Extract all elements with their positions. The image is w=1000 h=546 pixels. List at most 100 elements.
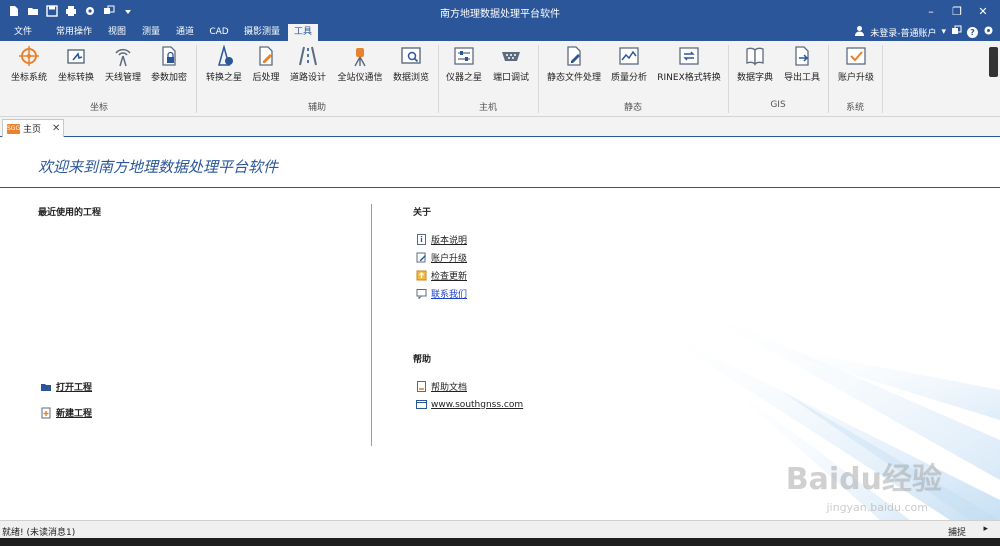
menu-photogrammetry[interactable]: 摄影测量 — [240, 24, 284, 41]
account-upgrade-label: 账户升级 — [837, 73, 874, 83]
account-label[interactable]: 未登录-普通账户 — [870, 26, 936, 39]
tab-home[interactable]: SGG 主页 ✕ — [2, 119, 64, 137]
home-page: 欢迎来到南方地理数据处理平台软件 最近使用的工程 关于 版本说明 账户升级 检查… — [0, 138, 1000, 520]
new-project-icon — [41, 407, 51, 418]
convert-star-label: 转换之星 — [205, 73, 242, 83]
road-design-button[interactable]: 道路设计 — [286, 45, 330, 87]
post-process-label: 后处理 — [252, 73, 280, 83]
total-station-button[interactable]: 全站仪通信 — [334, 45, 386, 87]
help-icon[interactable]: ? — [967, 26, 978, 38]
menu-view[interactable]: 视图 — [104, 24, 130, 41]
menu-channel[interactable]: 通道 — [172, 24, 198, 41]
group-divider — [728, 45, 729, 113]
baidu-watermark: Baidu经验 — [785, 462, 942, 497]
group-divider — [828, 45, 829, 113]
antenna-manage-button[interactable]: 天线管理 — [102, 45, 144, 87]
convert-window-icon — [678, 45, 700, 67]
static-file-process-label: 静态文件处理 — [546, 73, 601, 83]
new-project-link[interactable]: 新建工程 — [40, 406, 92, 419]
recent-projects-heading: 最近使用的工程 — [38, 208, 102, 218]
checkmark-window-icon — [845, 45, 867, 67]
status-text: 就绪! (未读消息1) — [2, 528, 76, 538]
antenna-manage-label: 天线管理 — [104, 73, 141, 83]
help-heading: 帮助 — [413, 355, 432, 365]
menu-tools[interactable]: 工具 — [288, 24, 318, 41]
coordinate-system-button[interactable]: 坐标系统 — [8, 45, 50, 87]
coordinate-convert-button[interactable]: 坐标转换 — [54, 45, 98, 87]
quality-analysis-label: 质量分析 — [610, 73, 647, 83]
post-process-button[interactable]: 后处理 — [250, 45, 282, 87]
export-document-icon — [791, 45, 813, 67]
instrument-star-label: 仪器之星 — [445, 73, 482, 83]
edit-document-icon — [563, 45, 585, 67]
check-update-link[interactable]: 检查更新 — [416, 269, 467, 282]
app-logo-icon: SGG — [7, 123, 21, 134]
menu-file[interactable]: 文件 — [8, 24, 38, 41]
minimize-button[interactable]: – — [918, 2, 944, 20]
book-icon — [744, 45, 766, 67]
rinex-convert-label: RINEX格式转换 — [657, 73, 721, 83]
close-button[interactable]: ✕ — [970, 2, 996, 20]
menu-survey[interactable]: 测量 — [138, 24, 164, 41]
group-divider — [438, 45, 439, 113]
version-notes-link[interactable]: 版本说明 — [416, 233, 467, 246]
menu-bar: 文件 常用操作 视图 测量 通道 CAD 摄影测量 工具 未登录-普通账户 ▾ … — [0, 24, 1000, 41]
port-debug-button[interactable]: 端口调试 — [490, 45, 532, 87]
menu-cad[interactable]: CAD — [206, 24, 232, 41]
data-browse-label: 数据浏览 — [392, 73, 429, 83]
param-encrypt-label: 参数加密 — [150, 73, 187, 83]
user-icon — [854, 25, 865, 39]
update-icon — [416, 270, 427, 281]
chat-icon — [416, 289, 427, 299]
data-browse-button[interactable]: 数据浏览 — [390, 45, 432, 87]
tab-close-icon[interactable]: ✕ — [52, 123, 60, 134]
edit-document-icon — [255, 45, 277, 67]
baidu-watermark-url: jingyan.baidu.com — [826, 501, 928, 514]
edit-icon — [416, 252, 426, 263]
user-area: 未登录-普通账户 ▾ ? — [854, 25, 994, 39]
menu-common-ops[interactable]: 常用操作 — [52, 24, 96, 41]
open-folder-icon — [41, 383, 51, 391]
website-link[interactable]: www.southgnss.com — [416, 399, 523, 410]
contact-us-link[interactable]: 联系我们 — [416, 287, 467, 300]
export-tool-button[interactable]: 导出工具 — [780, 45, 824, 87]
group-divider — [196, 45, 197, 113]
data-dictionary-button[interactable]: 数据字典 — [734, 45, 776, 87]
group-label-gis: GIS — [770, 100, 786, 110]
line-chart-icon — [618, 45, 640, 67]
app-window: 南方地理数据处理平台软件 – ❐ ✕ 文件 常用操作 视图 测量 通道 CAD … — [0, 0, 1000, 546]
windows-icon[interactable] — [951, 25, 962, 39]
account-caret[interactable]: ▾ — [941, 27, 946, 37]
gear-icon[interactable] — [983, 25, 994, 39]
lock-document-icon — [158, 45, 180, 67]
help-document-link[interactable]: 帮助文档 — [416, 380, 467, 393]
rinex-convert-button[interactable]: RINEX格式转换 — [654, 45, 724, 87]
side-panel-handle[interactable] — [989, 47, 998, 77]
help-document-icon — [417, 381, 426, 392]
convert-star-button[interactable]: 转换之星 — [202, 44, 246, 87]
new-project-label: 新建工程 — [56, 409, 93, 419]
instrument-star-button[interactable]: 仪器之星 — [444, 45, 484, 87]
road-icon — [297, 45, 319, 67]
group-divider — [538, 45, 539, 113]
website-label: www.southgnss.com — [431, 399, 524, 410]
welcome-banner: 欢迎来到南方地理数据处理平台软件 — [0, 138, 1000, 188]
status-expand-icon[interactable]: ▸ — [983, 524, 988, 534]
group-label-host: 主机 — [478, 103, 497, 113]
data-dictionary-label: 数据字典 — [736, 73, 773, 83]
quality-analysis-button[interactable]: 质量分析 — [608, 45, 650, 87]
snap-toggle[interactable]: 捕捉 — [948, 525, 966, 538]
static-file-process-button[interactable]: 静态文件处理 — [544, 45, 604, 87]
param-encrypt-button[interactable]: 参数加密 — [148, 45, 190, 87]
info-document-icon — [417, 234, 426, 245]
tower-icon — [213, 44, 235, 67]
account-upgrade-button[interactable]: 账户升级 — [834, 45, 878, 87]
open-project-link[interactable]: 打开工程 — [40, 380, 92, 393]
contact-us-label: 联系我们 — [431, 290, 468, 300]
restore-button[interactable]: ❐ — [944, 2, 970, 20]
account-upgrade-link[interactable]: 账户升级 — [416, 251, 467, 264]
tab-home-label: 主页 — [23, 125, 42, 135]
coordinate-system-label: 坐标系统 — [10, 73, 47, 83]
ribbon: 坐标系统 坐标转换 天线管理 参数加密 坐标 转换之星 后处理 道路设计 全站仪… — [0, 41, 1000, 117]
open-project-label: 打开工程 — [56, 383, 93, 393]
